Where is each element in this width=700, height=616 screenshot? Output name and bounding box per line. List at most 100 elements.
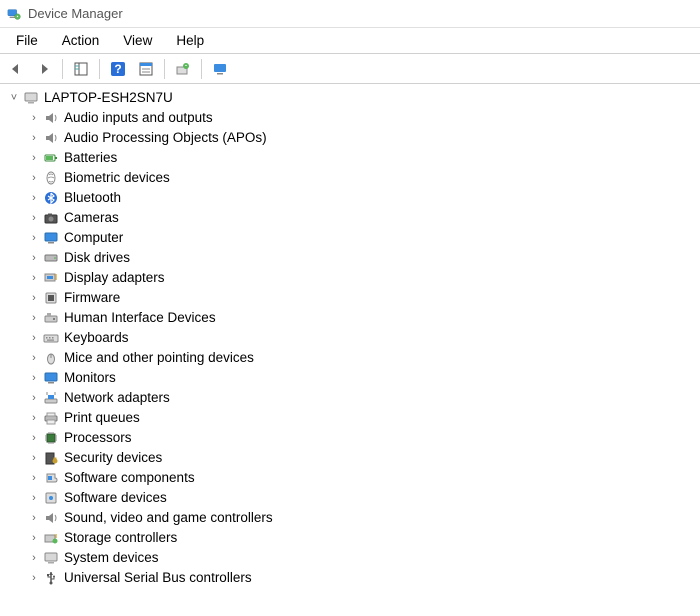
toolbar-separator — [201, 59, 202, 79]
tree-category[interactable]: ›Software components — [6, 468, 694, 488]
toolbar-separator — [99, 59, 100, 79]
tree-category[interactable]: ›Network adapters — [6, 388, 694, 408]
battery-icon — [42, 150, 60, 166]
expand-icon[interactable]: › — [26, 410, 42, 427]
expand-icon[interactable]: › — [26, 390, 42, 407]
menu-action[interactable]: Action — [50, 30, 112, 51]
expand-icon[interactable]: › — [26, 230, 42, 247]
tree-category[interactable]: ›Disk drives — [6, 248, 694, 268]
expand-icon[interactable]: › — [26, 550, 42, 567]
tree-category-label: Human Interface Devices — [64, 308, 216, 328]
tree-category[interactable]: ›Universal Serial Bus controllers — [6, 568, 694, 588]
processor-icon — [42, 430, 60, 446]
tree-category-label: System devices — [64, 548, 159, 568]
expand-icon[interactable]: › — [26, 430, 42, 447]
tree-category[interactable]: › Monitors — [6, 368, 694, 388]
menubar: File Action View Help — [0, 28, 700, 54]
tree-category[interactable]: › Firmware — [6, 288, 694, 308]
toolbar-properties-button[interactable] — [134, 57, 158, 81]
tree-category-label: Biometric devices — [64, 168, 170, 188]
tree-category-label: Firmware — [64, 288, 120, 308]
tree-category[interactable]: › Audio inputs and outputs — [6, 108, 694, 128]
expand-icon[interactable]: › — [26, 510, 42, 527]
tree-category[interactable]: › Biometric devices — [6, 168, 694, 188]
software-device-icon — [42, 490, 60, 506]
tree-category[interactable]: › System devices — [6, 548, 694, 568]
sound-icon — [42, 510, 60, 526]
menu-view[interactable]: View — [111, 30, 164, 51]
storage-icon — [42, 530, 60, 546]
expand-icon[interactable]: › — [26, 190, 42, 207]
mouse-icon — [42, 350, 60, 366]
monitor-icon — [42, 370, 60, 386]
computer-icon — [22, 90, 40, 106]
tree-category-label: Storage controllers — [64, 528, 177, 548]
svg-text:?: ? — [114, 62, 121, 76]
network-icon — [42, 390, 60, 406]
tree-category-label: Monitors — [64, 368, 116, 388]
expand-icon[interactable]: › — [26, 270, 42, 287]
tree-category[interactable]: › Processors — [6, 428, 694, 448]
tree-category[interactable]: ›Cameras — [6, 208, 694, 228]
display-adapter-icon — [42, 270, 60, 286]
toolbar-forward-button[interactable] — [32, 57, 56, 81]
menu-help[interactable]: Help — [164, 30, 216, 51]
tree-category[interactable]: ›Batteries — [6, 148, 694, 168]
tree-root[interactable]: ˅ LAPTOP-ESH2SN7U — [6, 88, 694, 108]
expand-icon[interactable]: › — [26, 490, 42, 507]
expand-icon[interactable]: › — [26, 530, 42, 547]
tree-category[interactable]: ›Security devices — [6, 448, 694, 468]
expand-icon[interactable]: › — [26, 370, 42, 387]
device-tree[interactable]: ˅ LAPTOP-ESH2SN7U › Audio inputs and outp… — [0, 84, 700, 616]
monitor-icon — [42, 230, 60, 246]
tree-category-label: Print queues — [64, 408, 140, 428]
toolbar-separator — [62, 59, 63, 79]
usb-icon — [42, 570, 60, 586]
tree-category[interactable]: ›Audio Processing Objects (APOs) — [6, 128, 694, 148]
tree-category-label: Mice and other pointing devices — [64, 348, 254, 368]
tree-category[interactable]: › Bluetooth — [6, 188, 694, 208]
toolbar-help-button[interactable]: ? — [106, 57, 130, 81]
toolbar-separator — [164, 59, 165, 79]
menu-file[interactable]: File — [4, 30, 50, 51]
tree-category[interactable]: › Display adapters — [6, 268, 694, 288]
expand-icon[interactable]: › — [26, 290, 42, 307]
tree-category[interactable]: › Human Interface Devices — [6, 308, 694, 328]
expand-icon[interactable]: › — [26, 310, 42, 327]
audio-icon — [42, 110, 60, 126]
audio-icon — [42, 130, 60, 146]
toolbar-scan-hardware-button[interactable] — [208, 57, 232, 81]
hid-icon — [42, 310, 60, 326]
toolbar-show-hide-button[interactable] — [69, 57, 93, 81]
toolbar-back-button[interactable] — [4, 57, 28, 81]
expand-icon[interactable]: › — [26, 130, 42, 147]
toolbar-update-driver-button[interactable] — [171, 57, 195, 81]
tree-category[interactable]: › Software devices — [6, 488, 694, 508]
expand-icon[interactable]: › — [26, 450, 42, 467]
tree-category-label: Bluetooth — [64, 188, 121, 208]
collapse-icon[interactable]: ˅ — [6, 90, 22, 107]
expand-icon[interactable]: › — [26, 150, 42, 167]
tree-category-label: Sound, video and game controllers — [64, 508, 273, 528]
titlebar: Device Manager — [0, 0, 700, 28]
expand-icon[interactable]: › — [26, 250, 42, 267]
tree-category[interactable]: › Storage controllers — [6, 528, 694, 548]
tree-category-label: Processors — [64, 428, 132, 448]
tree-category-label: Audio inputs and outputs — [64, 108, 213, 128]
tree-category[interactable]: › Sound, video and game controllers — [6, 508, 694, 528]
bluetooth-icon — [42, 190, 60, 206]
toolbar: ? — [0, 54, 700, 84]
tree-category[interactable]: ›Computer — [6, 228, 694, 248]
tree-category[interactable]: ›Keyboards — [6, 328, 694, 348]
expand-icon[interactable]: › — [26, 110, 42, 127]
expand-icon[interactable]: › — [26, 170, 42, 187]
expand-icon[interactable]: › — [26, 330, 42, 347]
expand-icon[interactable]: › — [26, 210, 42, 227]
expand-icon[interactable]: › — [26, 570, 42, 587]
tree-category-label: Display adapters — [64, 268, 165, 288]
expand-icon[interactable]: › — [26, 470, 42, 487]
expand-icon[interactable]: › — [26, 350, 42, 367]
tree-category[interactable]: › Mice and other pointing devices — [6, 348, 694, 368]
tree-category-label: Software devices — [64, 488, 167, 508]
tree-category[interactable]: › Print queues — [6, 408, 694, 428]
